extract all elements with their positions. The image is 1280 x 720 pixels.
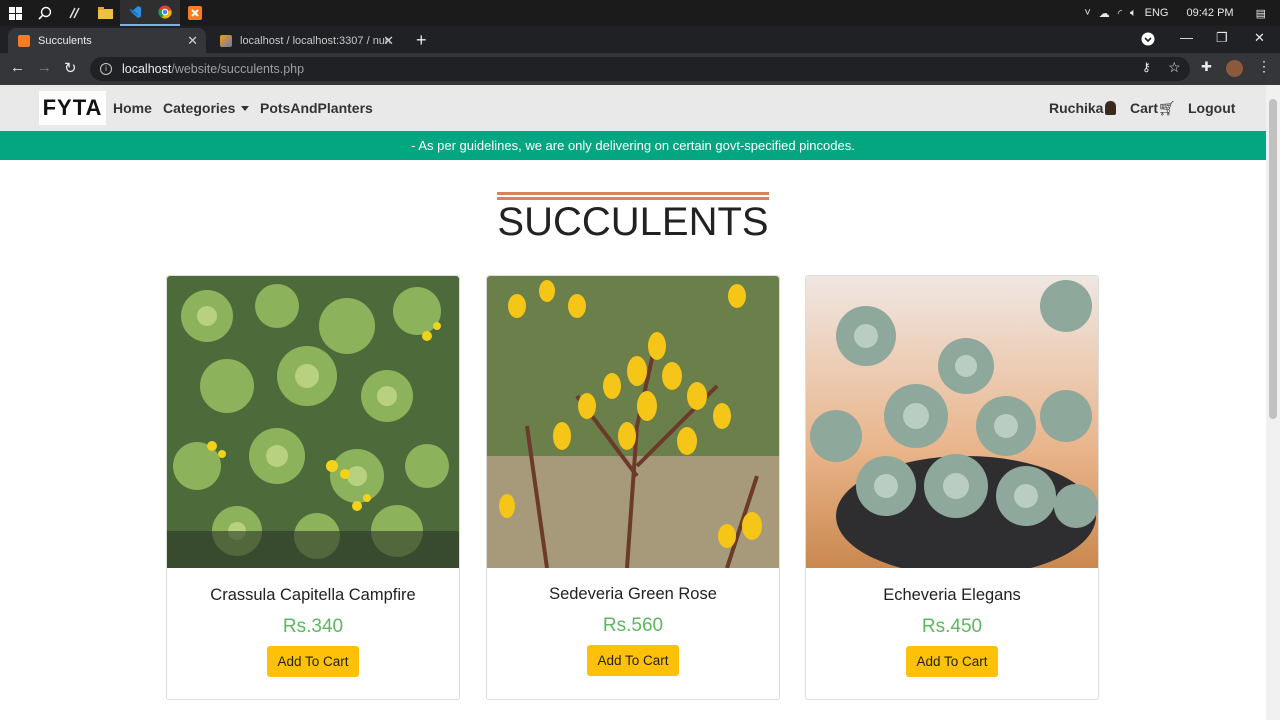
info-icon[interactable]: i (100, 63, 112, 75)
tab-succulents[interactable]: Succulents ✕ (8, 28, 206, 53)
tab-label: Succulents (38, 34, 92, 47)
product-card: Crassula Capitella Campfire Rs.340 Add T… (166, 275, 460, 700)
forward-arrow-icon[interactable]: → (37, 59, 52, 76)
product-image[interactable] (806, 276, 1098, 568)
vscode-icon[interactable] (120, 0, 150, 26)
volume-icon[interactable]: 🔈︎ (1130, 7, 1137, 20)
restore-icon[interactable]: ❐ (1216, 30, 1228, 46)
nav-cart[interactable]: Cart🛒︎ (1130, 100, 1176, 117)
xampp-icon[interactable] (180, 0, 210, 26)
product-card: Echeveria Elegans Rs.450 Add To Cart (805, 275, 1099, 700)
product-name: Crassula Capitella Campfire (210, 586, 416, 604)
file-explorer-icon[interactable] (90, 0, 120, 26)
extensions-icon[interactable]: ✚ (1201, 59, 1212, 75)
cart-label: Cart (1130, 100, 1159, 116)
delivery-notice-banner: - As per guidelines, we are only deliver… (0, 131, 1266, 160)
chevron-up-icon[interactable]: ˅ (1084, 7, 1090, 19)
close-window-icon[interactable]: ✕ (1254, 30, 1265, 46)
heading-rule (497, 192, 769, 200)
nav-categories-dropdown[interactable]: Categories (163, 100, 250, 116)
user-avatar-icon (1105, 101, 1117, 115)
scrollbar-thumb[interactable] (1269, 99, 1277, 419)
nav-categories-label: Categories (163, 100, 236, 116)
browser-toolbar: ← → ↻ i localhost/website/succulents.php… (0, 53, 1280, 85)
add-to-cart-button[interactable]: Add To Cart (587, 645, 679, 676)
page-scrollbar[interactable] (1266, 85, 1280, 720)
key-icon[interactable]: ⚷ (1142, 60, 1151, 74)
tab-phpmyadmin[interactable]: localhost / localhost:3307 / nurse ✕ (210, 28, 402, 53)
nav-home[interactable]: Home (113, 100, 152, 116)
clock[interactable]: 09:42 PM (1187, 7, 1234, 19)
product-name: Echeveria Elegans (883, 586, 1021, 604)
cloud-icon[interactable]: ☁ (1099, 7, 1110, 20)
url-host: localhost (122, 62, 172, 76)
close-icon[interactable]: ✕ (187, 33, 198, 49)
browser-tab-strip: Succulents ✕ localhost / localhost:3307 … (0, 26, 1280, 53)
tab-search-icon[interactable] (1141, 32, 1155, 49)
close-icon[interactable]: ✕ (383, 33, 394, 49)
caret-down-icon (241, 106, 250, 111)
product-price: Rs.340 (282, 616, 344, 637)
new-tab-icon[interactable]: + (416, 30, 427, 51)
address-bar[interactable]: i localhost/website/succulents.php (90, 57, 1190, 81)
windows-start-icon[interactable] (0, 0, 30, 26)
wifi-icon[interactable]: ◜ (1118, 7, 1122, 20)
add-to-cart-button[interactable]: Add To Cart (906, 646, 998, 677)
notifications-icon[interactable]: ▤ (1256, 7, 1266, 20)
fyta-logo[interactable]: FYTA (39, 91, 106, 125)
nav-user-account[interactable]: Ruchika (1049, 100, 1117, 116)
product-image[interactable] (167, 276, 459, 568)
pen-app-icon[interactable] (60, 0, 90, 26)
shopping-cart-icon: 🛒︎ (1158, 100, 1176, 116)
menu-dots-icon[interactable]: ⋮ (1257, 58, 1271, 75)
tab-label: localhost / localhost:3307 / nurse (240, 34, 390, 47)
page-title: SUCCULENTS (497, 200, 769, 244)
windows-taskbar: ˅ ☁ ◜ 🔈︎ ENG 09:42 PM ▤ (0, 0, 1280, 26)
phpmyadmin-favicon-icon (220, 34, 232, 47)
site-navbar: FYTA Home Categories PotsAndPlanters Ruc… (0, 85, 1266, 131)
nav-logout[interactable]: Logout (1188, 100, 1235, 116)
bookmark-star-icon[interactable]: ☆ (1168, 59, 1181, 76)
reload-icon[interactable]: ↻ (64, 59, 77, 77)
user-name: Ruchika (1049, 100, 1104, 116)
minimize-icon[interactable]: — (1180, 30, 1193, 45)
nav-pots-and-planters[interactable]: PotsAndPlanters (260, 100, 373, 116)
system-tray: ˅ ☁ ◜ 🔈︎ ENG 09:42 PM ▤ (1084, 0, 1280, 26)
product-price: Rs.450 (921, 616, 983, 637)
product-card: Sedeveria Green Rose Rs.560 Add To Cart (486, 275, 780, 700)
language-indicator[interactable]: ENG (1145, 7, 1169, 19)
xampp-favicon-icon (18, 34, 30, 47)
back-arrow-icon[interactable]: ← (10, 59, 25, 76)
profile-avatar[interactable] (1226, 60, 1243, 77)
search-icon[interactable] (30, 0, 60, 26)
product-image[interactable] (487, 276, 779, 568)
product-name: Sedeveria Green Rose (549, 585, 717, 603)
chrome-icon[interactable] (150, 0, 180, 26)
product-price: Rs.560 (602, 615, 664, 636)
add-to-cart-button[interactable]: Add To Cart (267, 646, 359, 677)
url-path: /website/succulents.php (171, 62, 305, 76)
